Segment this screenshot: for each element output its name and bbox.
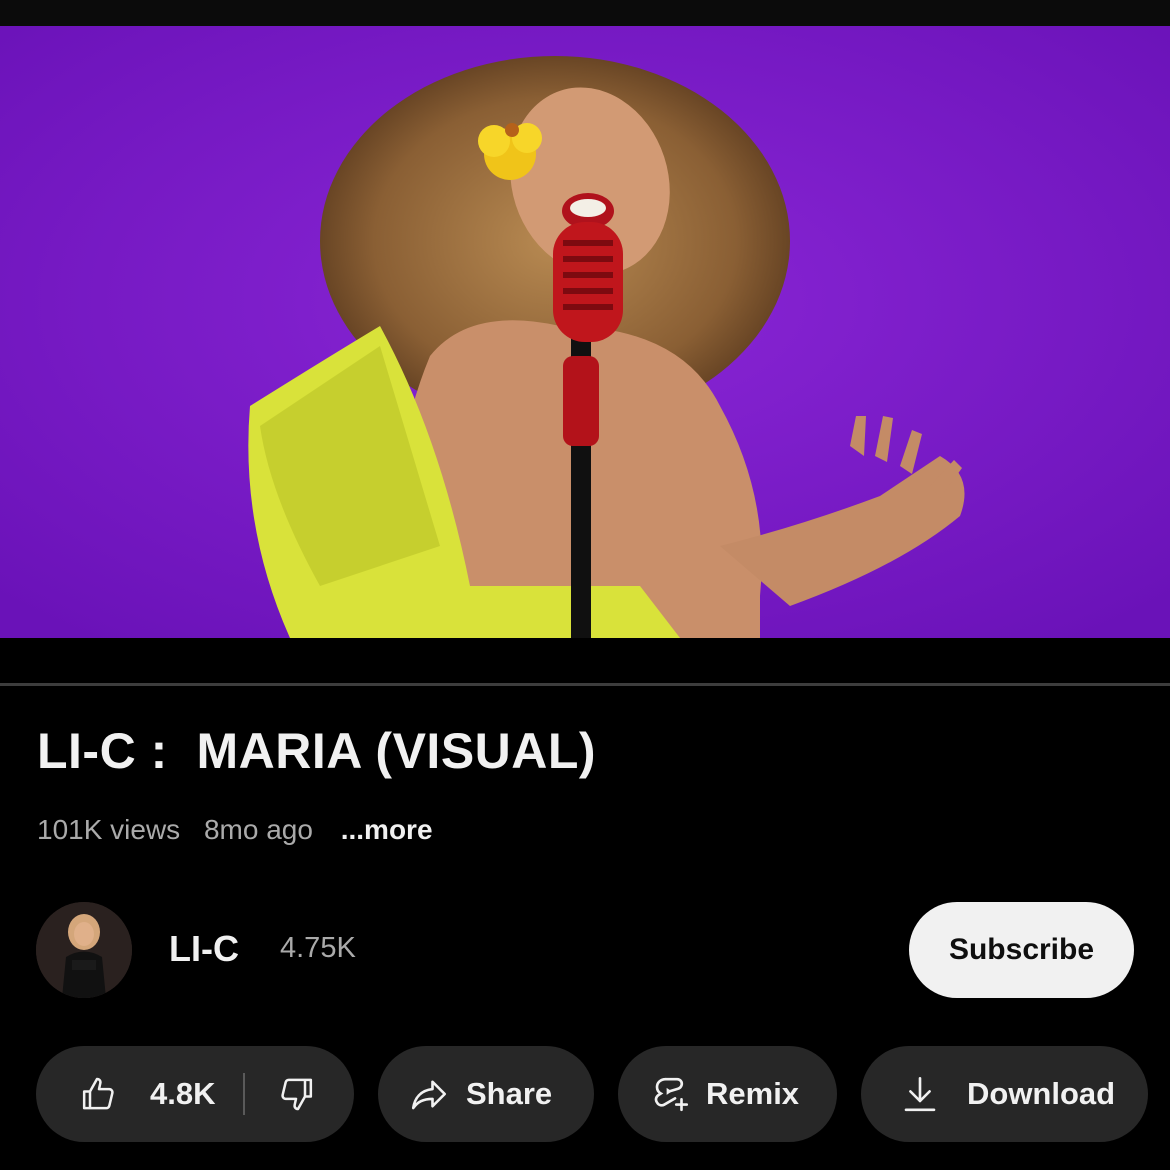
download-icon <box>904 1076 936 1112</box>
like-button[interactable]: 4.8K <box>80 1074 215 1114</box>
view-count: 101K views <box>37 814 181 845</box>
video-player[interactable] <box>0 26 1170 638</box>
like-dislike-group: 4.8K <box>36 1046 354 1142</box>
download-button[interactable]: Download <box>861 1046 1148 1142</box>
more-link[interactable]: ...more <box>341 814 433 845</box>
avatar-image <box>36 902 132 998</box>
channel-avatar[interactable] <box>36 902 132 998</box>
video-metadata[interactable]: 101K views 8mo ago ...more <box>37 814 449 846</box>
subscribe-button[interactable]: Subscribe <box>909 902 1134 998</box>
subscriber-count: 4.75K <box>280 932 356 964</box>
channel-name[interactable]: LI-C <box>169 928 239 970</box>
video-title: LI-C : MARIA (VISUAL) <box>37 723 597 779</box>
like-divider <box>243 1073 246 1115</box>
video-letterbox <box>0 638 1170 684</box>
upload-age: 8mo ago <box>203 814 313 845</box>
share-arrow-icon <box>411 1080 447 1110</box>
status-bar <box>0 0 1170 26</box>
share-label: Share <box>466 1076 553 1111</box>
video-frame <box>0 26 1170 638</box>
share-button[interactable]: Share <box>378 1046 594 1142</box>
video-progress-bar[interactable] <box>0 683 1170 686</box>
dislike-button[interactable] <box>275 1074 315 1114</box>
like-count: 4.8K <box>150 1076 216 1111</box>
thumbs-down-icon <box>281 1078 313 1111</box>
remix-icon <box>654 1077 689 1112</box>
remix-label: Remix <box>706 1076 800 1111</box>
thumbs-up-icon <box>82 1077 114 1110</box>
remix-button[interactable]: Remix <box>618 1046 837 1142</box>
download-label: Download <box>967 1076 1116 1111</box>
